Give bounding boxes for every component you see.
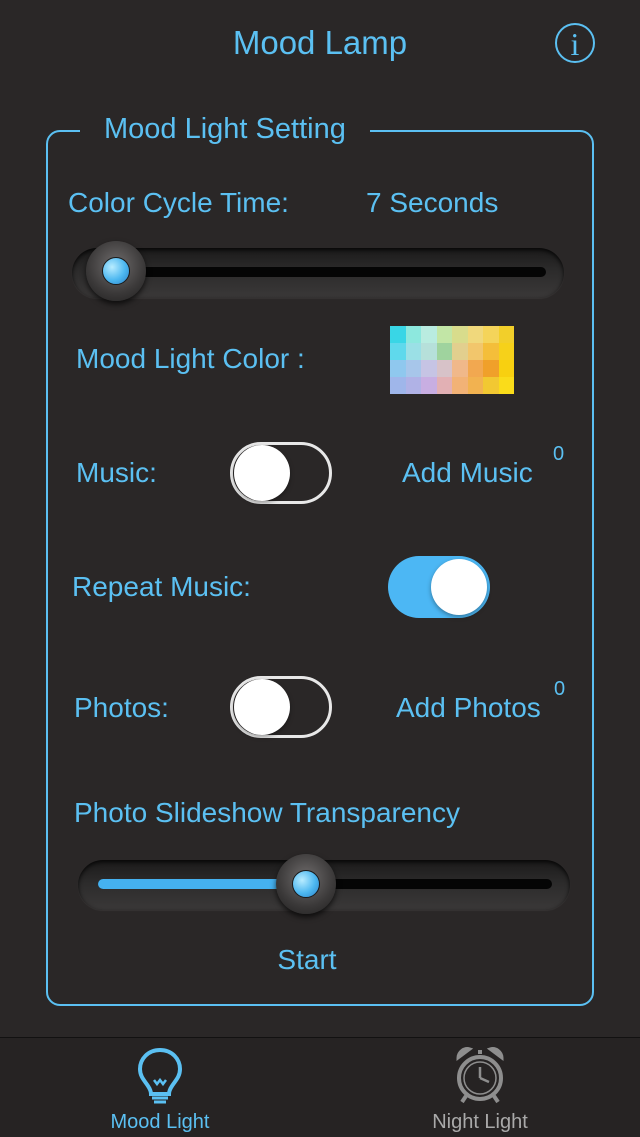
music-toggle[interactable] xyxy=(230,442,332,504)
swatch-cell xyxy=(436,343,452,360)
music-toggle-knob xyxy=(234,445,290,501)
swatch-cell xyxy=(452,326,468,343)
swatch-cell xyxy=(498,377,514,394)
mood-color-label: Mood Light Color : xyxy=(76,343,305,374)
swatch-cell xyxy=(483,326,499,343)
repeat-music-label: Repeat Music: xyxy=(72,571,251,602)
info-icon[interactable]: i xyxy=(555,23,595,63)
color-cycle-label: Color Cycle Time: xyxy=(68,187,289,218)
swatch-cell xyxy=(498,343,514,360)
color-cycle-value: 7 Seconds xyxy=(366,187,499,218)
tab-mood-light[interactable]: Mood Light xyxy=(0,1111,320,1134)
swatch-cell xyxy=(467,326,483,343)
slider-thumb-dot xyxy=(292,870,320,898)
color-cycle-thumb[interactable] xyxy=(86,241,146,301)
music-label: Music: xyxy=(76,457,157,488)
swatch-cell xyxy=(436,377,452,394)
swatch-cell xyxy=(390,377,406,394)
repeat-music-toggle-knob xyxy=(431,559,487,615)
photos-label: Photos: xyxy=(74,692,169,723)
photos-toggle-knob xyxy=(234,679,290,735)
add-photos-button[interactable]: Add Photos xyxy=(396,692,541,724)
swatch-cell xyxy=(467,377,483,394)
swatch-cell xyxy=(421,343,437,360)
repeat-music-toggle[interactable] xyxy=(388,556,490,618)
tab-night-light[interactable]: Night Light xyxy=(320,1111,640,1134)
swatch-cell xyxy=(498,360,514,377)
swatch-cell xyxy=(467,360,483,377)
swatch-cell xyxy=(390,326,406,343)
alarm-clock-icon xyxy=(450,1044,510,1106)
transparency-label: Photo Slideshow Transparency xyxy=(74,797,460,828)
transparency-fill xyxy=(98,879,302,889)
slider-thumb-dot xyxy=(102,257,130,285)
music-count: 0 xyxy=(553,443,565,465)
swatch-cell xyxy=(452,360,468,377)
swatch-cell xyxy=(483,377,499,394)
page-title: Mood Lamp xyxy=(232,24,408,61)
swatch-cell xyxy=(483,343,499,360)
add-music-button[interactable]: Add Music xyxy=(402,457,533,489)
swatch-cell xyxy=(390,343,406,360)
transparency-thumb[interactable] xyxy=(276,854,336,914)
swatch-cell xyxy=(405,326,421,343)
swatch-cell xyxy=(405,360,421,377)
swatch-cell xyxy=(436,326,452,343)
start-button[interactable]: Start xyxy=(0,944,614,976)
swatch-cell xyxy=(421,360,437,377)
color-cycle-track xyxy=(90,267,546,277)
swatch-cell xyxy=(483,360,499,377)
swatch-cell xyxy=(405,343,421,360)
lightbulb-icon xyxy=(130,1044,190,1106)
photos-count: 0 xyxy=(554,678,566,700)
swatch-cell xyxy=(452,377,468,394)
swatch-cell xyxy=(421,377,437,394)
mood-color-swatch[interactable] xyxy=(390,326,514,394)
swatch-cell xyxy=(390,360,406,377)
swatch-cell xyxy=(498,326,514,343)
panel-title: Mood Light Setting xyxy=(80,112,370,146)
swatch-cell xyxy=(467,343,483,360)
swatch-cell xyxy=(452,343,468,360)
swatch-cell xyxy=(405,377,421,394)
photos-toggle[interactable] xyxy=(230,676,332,738)
swatch-cell xyxy=(421,326,437,343)
swatch-cell xyxy=(436,360,452,377)
